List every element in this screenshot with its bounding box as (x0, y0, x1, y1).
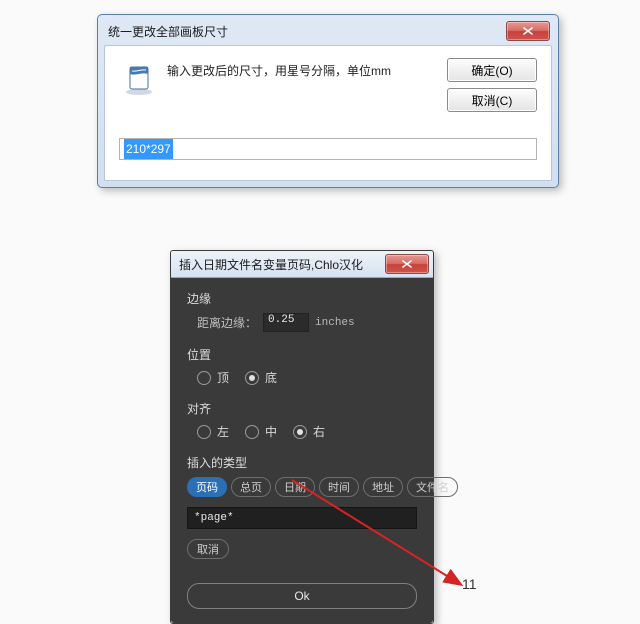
align-radio-label: 中 (265, 423, 277, 440)
size-input[interactable]: 210*297 (119, 138, 537, 160)
group-label: 位置 (187, 346, 417, 363)
cancel-button[interactable]: 取消 (187, 539, 229, 559)
page-number: 11 (462, 576, 477, 592)
margin-unit: inches (315, 317, 355, 329)
position-radio-label: 底 (265, 369, 277, 386)
titlebar[interactable]: 统一更改全部画板尺寸 (104, 21, 552, 45)
insert-type-pill[interactable]: 文件名 (407, 477, 458, 497)
align-radio[interactable] (293, 425, 307, 439)
document-icon (121, 60, 157, 96)
position-radio-label: 顶 (217, 369, 229, 386)
close-button[interactable] (385, 254, 429, 274)
code-input[interactable]: *page* (187, 507, 417, 529)
insert-type-pill[interactable]: 时间 (319, 477, 359, 497)
resize-artboards-dialog: 统一更改全部画板尺寸 输入更改后的尺寸，用星号分隔，单位mm 确定(O) 取消(… (97, 14, 559, 188)
dialog-message: 输入更改后的尺寸，用星号分隔，单位mm (167, 58, 447, 79)
close-button[interactable] (506, 21, 550, 41)
insert-type-pill[interactable]: 地址 (363, 477, 403, 497)
insert-type-pill[interactable]: 日期 (275, 477, 315, 497)
align-radio-label: 右 (313, 423, 325, 440)
dialog-title: 插入日期文件名变量页码,Chlo汉化 (179, 256, 385, 273)
dialog-body: 输入更改后的尺寸，用星号分隔，单位mm 确定(O) 取消(C) 210*297 (104, 45, 552, 181)
align-radio-label: 左 (217, 423, 229, 440)
position-radio[interactable] (245, 371, 259, 385)
dialog-title: 统一更改全部画板尺寸 (108, 23, 506, 40)
align-radio[interactable] (197, 425, 211, 439)
insert-type-pill[interactable]: 页码 (187, 477, 227, 497)
insert-type-pill[interactable]: 总页 (231, 477, 271, 497)
group-label: 边缘 (187, 290, 417, 307)
position-group: 位置 顶 底 (187, 346, 417, 386)
titlebar[interactable]: 插入日期文件名变量页码,Chlo汉化 (171, 251, 433, 278)
align-radio[interactable] (245, 425, 259, 439)
dialog-body: 边缘 距离边缘： 0.25 inches 位置 顶 底 对齐 左 中 右 插入的类型 … (171, 278, 433, 623)
insert-type-group: 插入的类型 页码总页日期时间地址文件名 *page* 取消 (187, 454, 417, 559)
align-group: 对齐 左 中 右 (187, 400, 417, 440)
close-icon (523, 27, 533, 35)
group-label: 对齐 (187, 400, 417, 417)
size-input-value: 210*297 (124, 139, 173, 159)
group-label: 插入的类型 (187, 454, 417, 471)
margin-group: 边缘 距离边缘： 0.25 inches (187, 290, 417, 332)
insert-variable-dialog: 插入日期文件名变量页码,Chlo汉化 边缘 距离边缘： 0.25 inches … (170, 250, 434, 624)
cancel-button[interactable]: 取消(C) (447, 88, 537, 112)
margin-input[interactable]: 0.25 (263, 313, 309, 332)
position-radio[interactable] (197, 371, 211, 385)
close-icon (402, 260, 412, 268)
ok-button[interactable]: Ok (187, 583, 417, 609)
margin-label: 距离边缘： (197, 314, 257, 331)
ok-button[interactable]: 确定(O) (447, 58, 537, 82)
